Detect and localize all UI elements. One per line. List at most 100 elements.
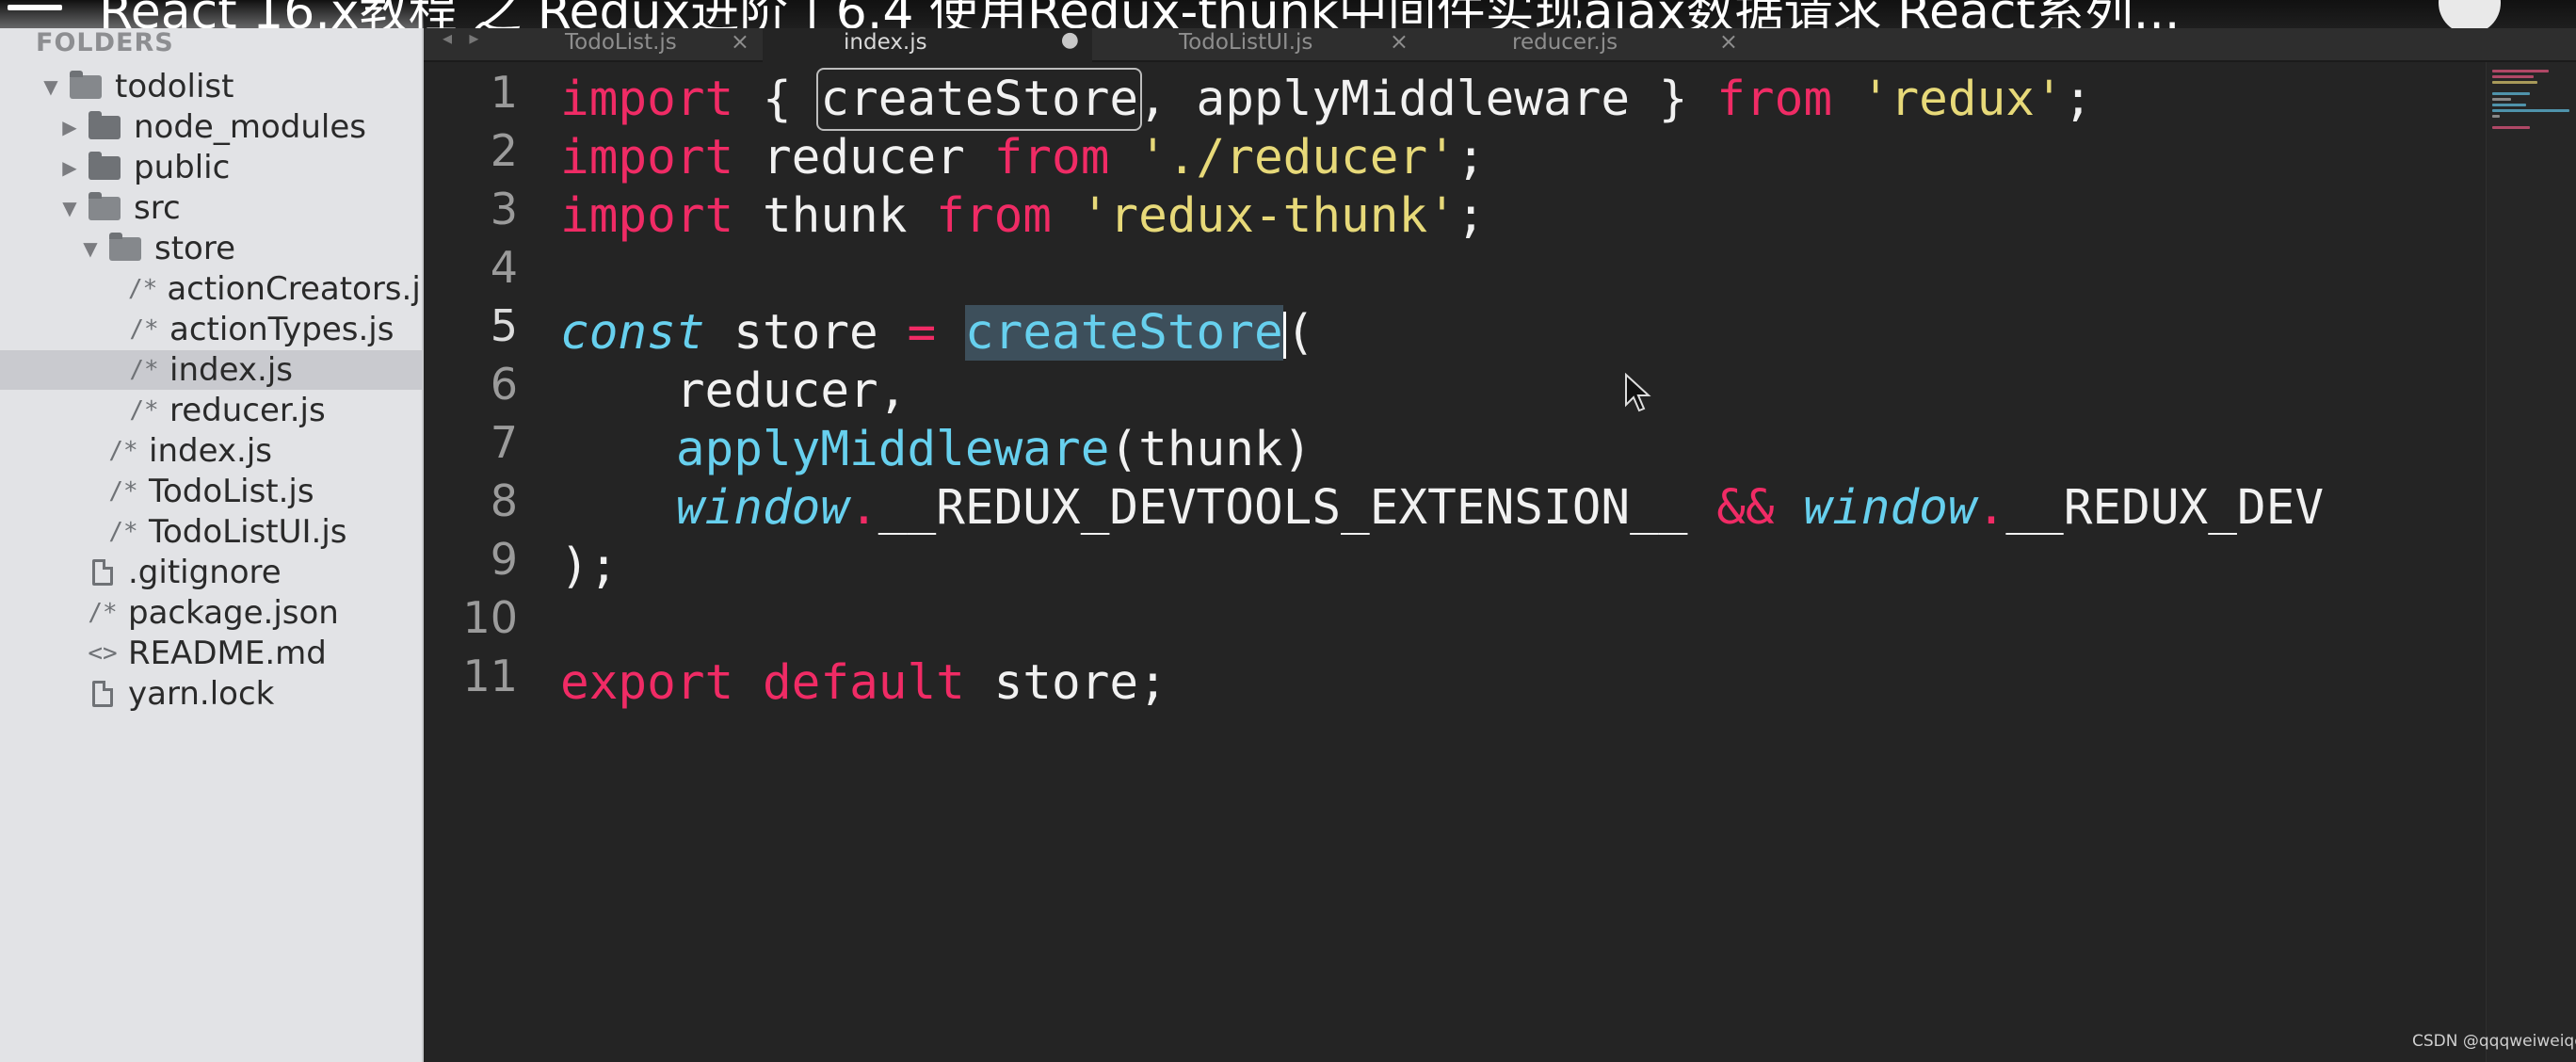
unsaved-dot-icon[interactable]: ● xyxy=(1061,28,1079,52)
tree-file-src-index[interactable]: /* index.js xyxy=(0,431,422,471)
tree-folder-src[interactable]: ▼ src xyxy=(0,188,422,228)
folder-open-icon xyxy=(109,232,141,261)
line-number: 4 xyxy=(490,242,518,293)
line-number-current: 5 xyxy=(490,300,518,351)
playlist-menu-icon[interactable] xyxy=(8,0,62,21)
document-icon xyxy=(92,559,113,586)
find-match-highlight: createStore xyxy=(816,68,1143,131)
chevron-down-icon[interactable]: ▼ xyxy=(81,237,100,260)
line-number: 2 xyxy=(490,125,518,176)
close-icon[interactable]: × xyxy=(1719,28,1738,55)
tree-folder-store[interactable]: ▼ store xyxy=(0,229,422,268)
js-file-icon: /* xyxy=(108,518,138,546)
tree-file-yarn-lock[interactable]: yarn.lock xyxy=(0,674,422,714)
tree-file-todolistui[interactable]: /* TodoListUI.js xyxy=(0,512,422,552)
tree-item-label: package.json xyxy=(128,594,339,632)
line-number: 1 xyxy=(490,67,518,118)
tree-item-label: store xyxy=(154,230,235,267)
minimap-line xyxy=(2492,104,2526,106)
code-editor[interactable]: 1 2 3 4 5 6 7 8 9 10 11 import { createS… xyxy=(424,62,2576,1062)
code-line-11: export default store; xyxy=(560,655,1167,711)
js-file-icon: /* xyxy=(108,437,138,465)
js-file-icon: /* xyxy=(129,315,159,344)
minimap-line xyxy=(2492,92,2530,95)
minimap-line xyxy=(2492,109,2569,112)
chevron-down-icon[interactable]: ▼ xyxy=(41,75,60,98)
tab-todolistui[interactable]: TodoListUI.js × xyxy=(1092,28,1422,62)
tree-item-label: actionCreators.js xyxy=(167,270,424,308)
tree-file-readme[interactable]: <> README.md xyxy=(0,634,422,673)
tree-file-gitignore[interactable]: .gitignore xyxy=(0,553,422,592)
tab-todolist[interactable]: TodoList.js × xyxy=(433,28,763,62)
tab-reducer[interactable]: reducer.js × xyxy=(1422,28,1751,62)
sidebar: FOLDERS ▼ todolist ▶ node_modules ▶ publ… xyxy=(0,0,424,1062)
minimap-line xyxy=(2492,98,2511,101)
tree-file-todolist[interactable]: /* TodoList.js xyxy=(0,472,422,511)
tree-item-label: actionTypes.js xyxy=(169,311,394,348)
js-file-icon: /* xyxy=(88,599,118,627)
minimap-line xyxy=(2492,126,2530,129)
tab-label: TodoListUI.js xyxy=(1179,30,1313,55)
line-number: 11 xyxy=(462,651,518,701)
tree-file-actioncreators[interactable]: /* actionCreators.js xyxy=(0,269,422,309)
video-title-bar: React 16.x教程 之 Redux进阶 | 6.4 使用Redux-thu… xyxy=(0,0,2576,28)
chevron-down-icon[interactable]: ▼ xyxy=(60,197,79,219)
js-file-icon: /* xyxy=(128,275,158,303)
tree-file-actiontypes[interactable]: /* actionTypes.js xyxy=(0,310,422,349)
minimap-line xyxy=(2492,81,2537,84)
code-line-9: ); xyxy=(560,539,619,594)
close-icon[interactable]: × xyxy=(731,28,749,55)
folder-icon xyxy=(89,110,121,139)
tree-item-label: README.md xyxy=(128,635,327,672)
code-line-8: window.__REDUX_DEVTOOLS_EXTENSION__ && w… xyxy=(675,480,2325,536)
tree-folder-node-modules[interactable]: ▶ node_modules xyxy=(0,107,422,147)
minimap-line xyxy=(2492,75,2534,78)
tree-item-label: TodoList.js xyxy=(149,473,314,510)
minimap[interactable] xyxy=(2486,62,2576,1062)
tree-file-package-json[interactable]: /* package.json xyxy=(0,593,422,633)
tab-index[interactable]: index.js ● xyxy=(763,28,1092,62)
code-line-3: import thunk from 'redux-thunk'; xyxy=(560,188,1486,244)
tree-item-label: index.js xyxy=(149,432,272,470)
js-file-icon: /* xyxy=(108,477,138,506)
markdown-file-icon: <> xyxy=(88,639,118,668)
code-line-6: reducer, xyxy=(560,363,908,419)
folders-heading: FOLDERS xyxy=(36,28,174,57)
folder-open-icon xyxy=(89,191,121,220)
line-number: 8 xyxy=(490,475,518,526)
tree-item-label: src xyxy=(134,189,181,227)
tree-item-label: todolist xyxy=(115,68,234,105)
code-area[interactable]: import { createStore, applyMiddleware } … xyxy=(560,62,2490,1004)
video-title[interactable]: React 16.x教程 之 Redux进阶 | 6.4 使用Redux-thu… xyxy=(99,0,2180,28)
tree-item-label: reducer.js xyxy=(169,392,326,429)
chevron-right-icon[interactable]: ▶ xyxy=(60,156,79,179)
tree-item-label: .gitignore xyxy=(128,554,282,591)
tree-folder-public[interactable]: ▶ public xyxy=(0,148,422,187)
tab-label: reducer.js xyxy=(1512,30,1618,55)
tree-item-label: yarn.lock xyxy=(128,675,275,713)
code-line-5: const store = createStore( xyxy=(560,305,1315,361)
line-number: 6 xyxy=(490,359,518,410)
tree-folder-todolist[interactable]: ▼ todolist xyxy=(0,67,422,106)
tab-label: TodoList.js xyxy=(565,30,677,55)
line-number: 3 xyxy=(490,184,518,234)
code-line-7: applyMiddleware(thunk) xyxy=(675,422,1312,477)
code-line-2: import reducer from './reducer'; xyxy=(560,130,1486,185)
tree-item-label: TodoListUI.js xyxy=(149,513,347,551)
tree-item-label: index.js xyxy=(169,351,293,389)
tree-file-store-index[interactable]: /* index.js xyxy=(0,350,422,390)
share-icon[interactable] xyxy=(2439,0,2501,28)
js-file-icon: /* xyxy=(129,396,159,425)
minimap-line xyxy=(2492,70,2549,72)
close-icon[interactable]: × xyxy=(1390,28,1409,55)
minimap-line xyxy=(2492,115,2500,118)
chevron-right-icon[interactable]: ▶ xyxy=(60,116,79,138)
line-number: 7 xyxy=(490,417,518,468)
js-file-icon: /* xyxy=(129,356,159,384)
watermark: CSDN @qqqweiweiqq xyxy=(2412,1032,2576,1051)
line-number: 9 xyxy=(490,534,518,585)
tree-item-label: public xyxy=(134,149,231,186)
folder-icon xyxy=(89,151,121,180)
tree-file-reducer[interactable]: /* reducer.js xyxy=(0,391,422,430)
line-number: 10 xyxy=(462,592,518,643)
